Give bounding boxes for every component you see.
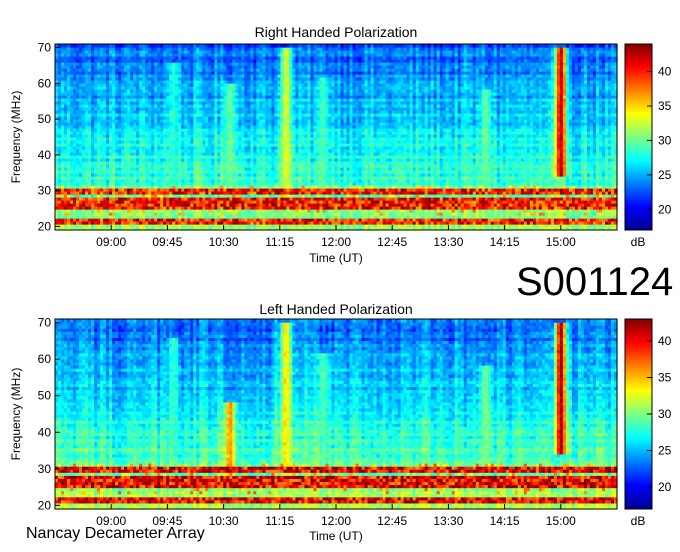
- x-tick-label: 14:15: [490, 514, 520, 528]
- y-tick-label: 30: [38, 462, 52, 476]
- y-tick-label: 60: [38, 76, 52, 90]
- y-tick-label: 70: [38, 41, 52, 55]
- right-polarization-panel: Right Handed Polarization 20 30 40 50 60 70 09:…: [9, 24, 672, 265]
- x-tick-label: 12:00: [321, 514, 351, 528]
- y-tick-label: 30: [38, 184, 52, 198]
- instrument-name: Nancay Decameter Array: [26, 526, 205, 542]
- x-tick-label: 12:45: [377, 514, 407, 528]
- y-axis-title: Frequency (MHz): [9, 91, 23, 184]
- colorbar-tick-label: 25: [658, 444, 672, 458]
- spectrogram-image: [55, 44, 618, 231]
- x-tick-label: 11:15: [265, 514, 294, 528]
- y-axis-title: Frequency (MHz): [9, 368, 23, 461]
- x-tick-label: 15:00: [546, 514, 576, 528]
- y-tick-label: 60: [38, 352, 52, 366]
- x-tick-label: 14:15: [490, 235, 520, 249]
- y-tick-label: 50: [38, 389, 52, 403]
- plot-title: Right Handed Polarization: [255, 24, 418, 40]
- colorbar-tick-label: 30: [658, 133, 672, 147]
- colorbar-tick-label: 40: [658, 334, 672, 348]
- colorbar-tick-label: 25: [658, 168, 672, 182]
- colorbar-tick-label: 35: [658, 99, 672, 113]
- x-axis-title: Time (UT): [309, 529, 363, 543]
- left-polarization-panel: Left Handed Polarization20304050607009:0…: [9, 301, 672, 543]
- colorbar-unit: dB: [631, 235, 646, 249]
- x-tick-label: 09:45: [152, 235, 182, 249]
- colorbar-unit: dB: [631, 514, 646, 528]
- x-tick-label: 12:45: [377, 235, 407, 249]
- x-tick-label: 15:00: [546, 235, 576, 249]
- y-tick-label: 20: [38, 498, 52, 512]
- y-tick-label: 70: [38, 316, 52, 330]
- colorbar-tick-label: 35: [658, 370, 672, 384]
- colorbar-tick-label: 40: [658, 65, 672, 79]
- plot-title: Left Handed Polarization: [259, 301, 412, 317]
- colorbar-tick-label: 20: [658, 480, 672, 494]
- dataset-id: S001124: [516, 262, 673, 302]
- y-tick-label: 50: [38, 112, 52, 126]
- x-axis-title: Time (UT): [309, 251, 363, 265]
- x-tick-label: 09:00: [96, 235, 126, 249]
- y-tick-label: 40: [38, 148, 52, 162]
- y-tick-label: 40: [38, 425, 52, 439]
- colorbar-tick-label: 30: [658, 407, 672, 421]
- x-tick-label: 11:15: [265, 235, 294, 249]
- x-tick-label: 13:30: [433, 235, 463, 249]
- colorbar-tick-label: 20: [658, 202, 672, 216]
- x-tick-label: 10:30: [209, 514, 239, 528]
- spectrogram-image: [55, 319, 618, 510]
- y-tick-label: 20: [38, 219, 52, 233]
- x-tick-label: 13:30: [433, 514, 463, 528]
- x-tick-label: 10:30: [209, 235, 239, 249]
- x-tick-label: 12:00: [321, 235, 351, 249]
